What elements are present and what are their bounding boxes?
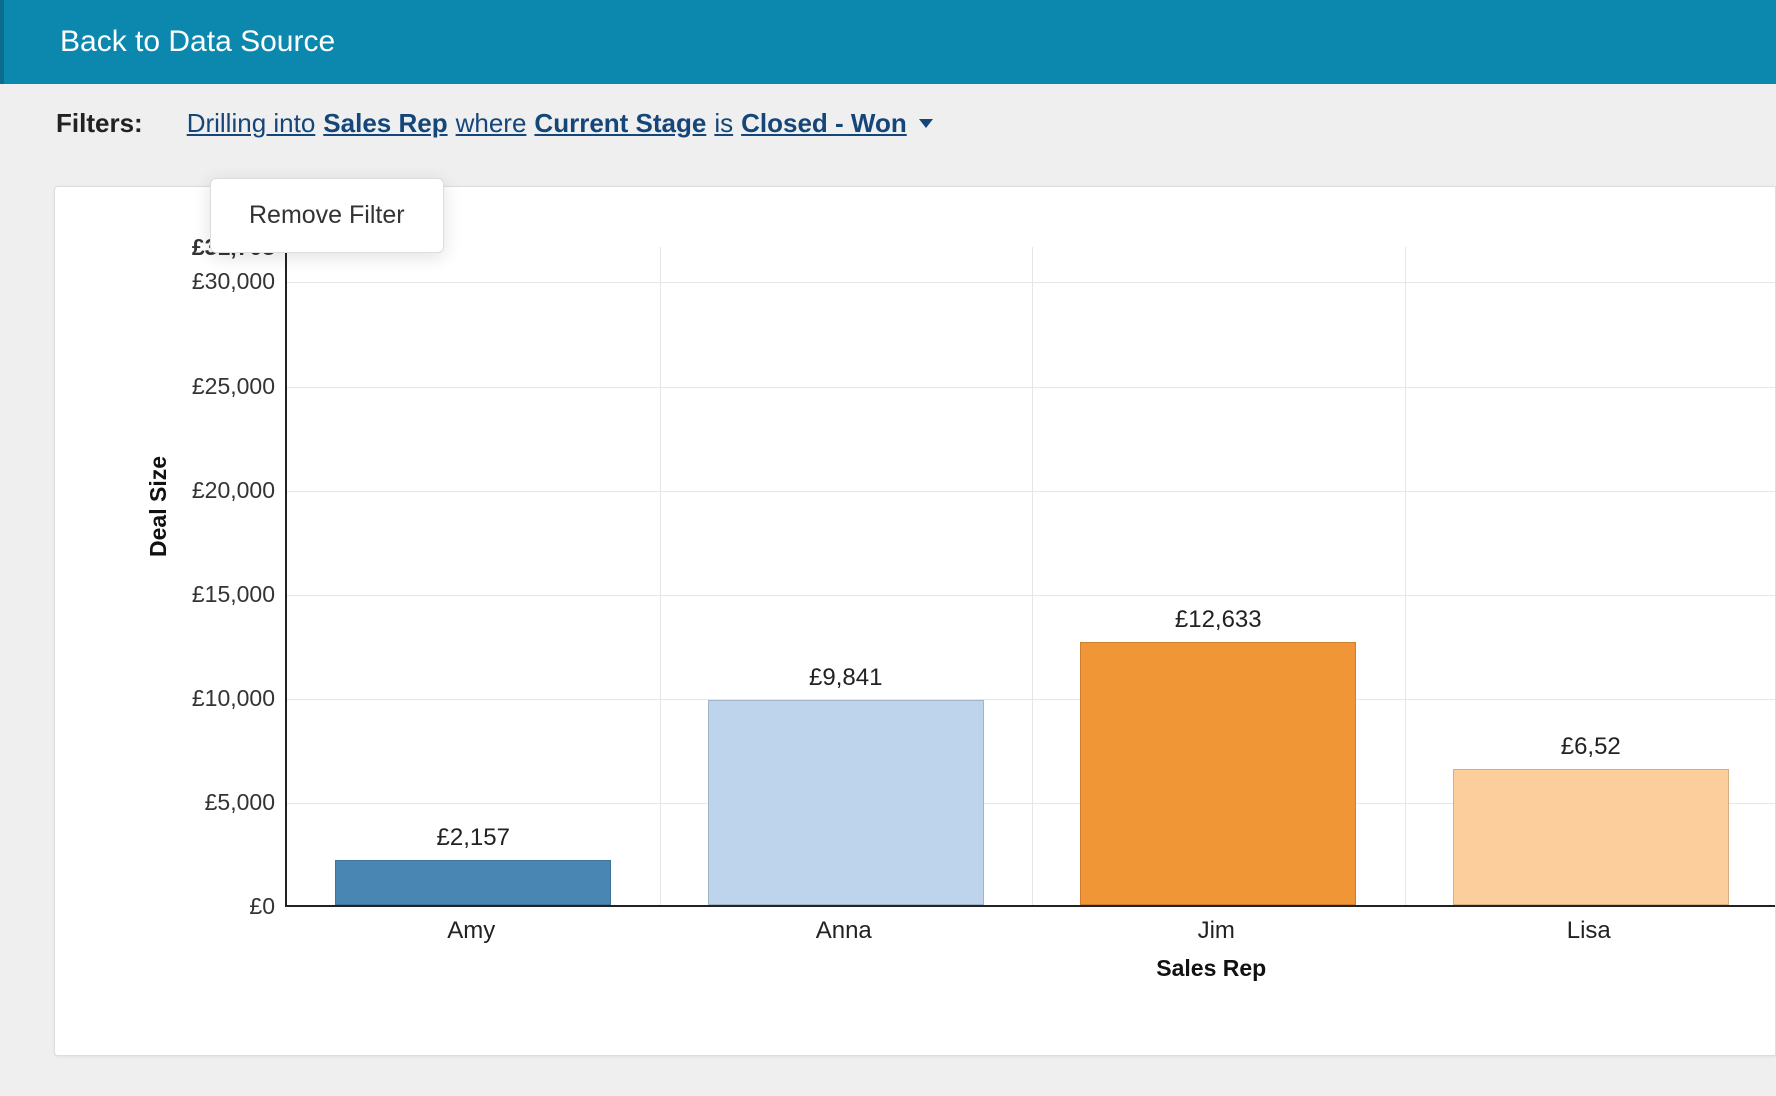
y-axis-label: Deal Size xyxy=(145,456,172,557)
bar-value-label: £2,157 xyxy=(437,824,510,852)
filter-breadcrumb[interactable]: Drilling into Sales Rep where Current St… xyxy=(187,108,933,139)
gridline-h xyxy=(287,282,1775,283)
x-tick-label: Jim xyxy=(1198,917,1235,945)
y-tick-label: £10,000 xyxy=(155,685,275,712)
y-tick-label: £25,000 xyxy=(155,373,275,400)
x-tick-label: Anna xyxy=(816,917,872,945)
gridline-v xyxy=(1032,247,1033,905)
filter-is: is xyxy=(714,108,733,139)
bar-anna[interactable] xyxy=(708,700,984,905)
y-tick-label: £15,000 xyxy=(155,581,275,608)
gridline-v xyxy=(660,247,661,905)
filter-popover: Remove Filter xyxy=(210,178,444,253)
x-axis-label: Sales Rep xyxy=(1156,955,1266,982)
filter-where: where xyxy=(456,108,527,139)
bar-lisa[interactable] xyxy=(1453,769,1729,905)
remove-filter-button[interactable]: Remove Filter xyxy=(249,201,405,230)
filter-dimension: Sales Rep xyxy=(323,108,447,139)
chevron-down-icon xyxy=(919,119,933,128)
gridline-h xyxy=(287,699,1775,700)
y-tick-label: £30,000 xyxy=(155,268,275,295)
x-tick-label: Amy xyxy=(447,917,495,945)
filter-value: Closed - Won xyxy=(741,108,907,139)
bar-value-label: £6,52 xyxy=(1561,733,1621,761)
bar-jim[interactable] xyxy=(1080,642,1356,905)
gridline-h xyxy=(287,595,1775,596)
chart-inner: Deal Size £0 £5,000 £10,000 £15,000 £20,000 £… xyxy=(85,217,1775,1025)
plot-area: £2,157 £9,841 £12,633 £6,52 xyxy=(285,247,1775,907)
bar-amy[interactable] xyxy=(335,860,611,905)
top-bar: Back to Data Source xyxy=(0,0,1776,84)
bar-value-label: £9,841 xyxy=(809,664,882,692)
filters-row: Filters: Drilling into Sales Rep where C… xyxy=(0,84,1776,157)
gridline-h xyxy=(287,491,1775,492)
page-root: Back to Data Source Filters: Drilling in… xyxy=(0,0,1776,1096)
y-tick-label: £0 xyxy=(155,893,275,920)
gridline-v xyxy=(1405,247,1406,905)
y-tick-label: £20,000 xyxy=(155,477,275,504)
filters-label: Filters: xyxy=(56,108,143,139)
filter-field: Current Stage xyxy=(534,108,706,139)
bar-value-label: £12,633 xyxy=(1175,606,1262,634)
back-to-data-source-link[interactable]: Back to Data Source xyxy=(60,25,335,59)
gridline-h xyxy=(287,387,1775,388)
chart-card: Deal Size £0 £5,000 £10,000 £15,000 £20,000 £… xyxy=(54,186,1776,1056)
x-tick-label: Lisa xyxy=(1567,917,1611,945)
y-tick-label: £5,000 xyxy=(155,789,275,816)
filter-prefix: Drilling into xyxy=(187,108,316,139)
